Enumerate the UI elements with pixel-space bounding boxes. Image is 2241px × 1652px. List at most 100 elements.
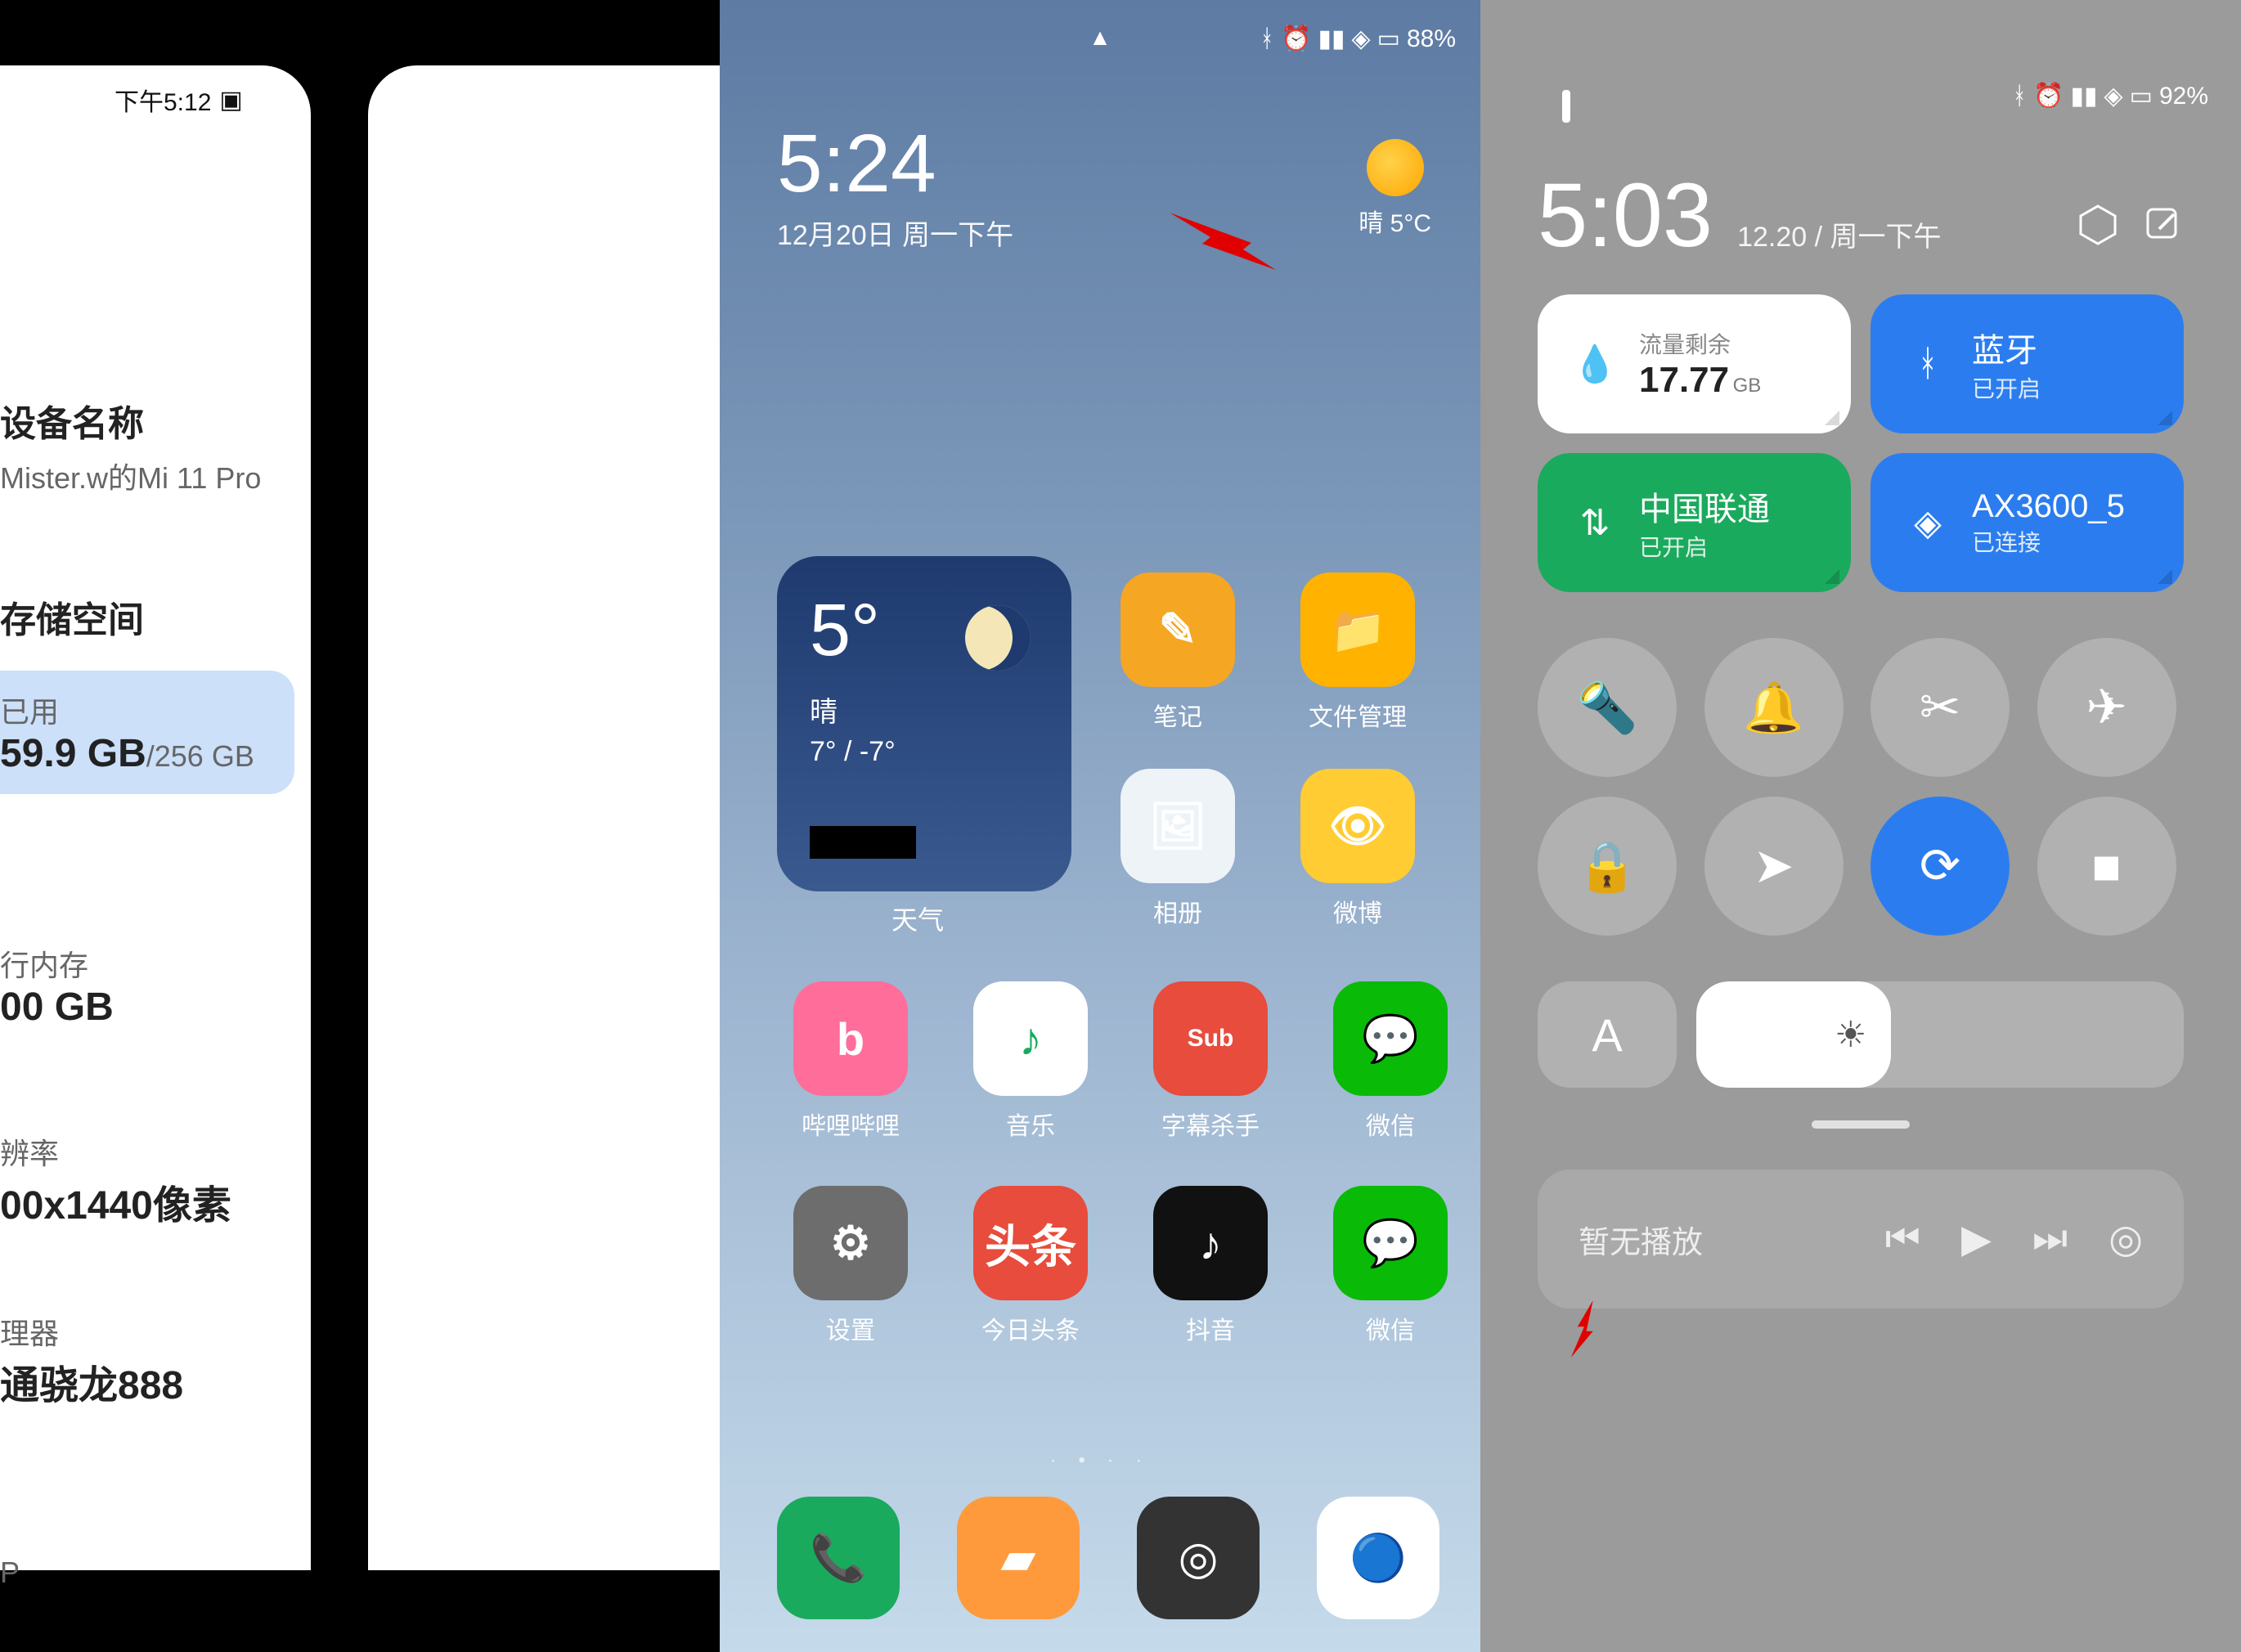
tile-title: AX3600_5 bbox=[1972, 488, 2125, 525]
location-toggle[interactable]: ➤ bbox=[1704, 797, 1844, 936]
storage-used-label: 已用 bbox=[0, 689, 270, 731]
recent-blank-card[interactable] bbox=[368, 65, 720, 1570]
device-name-label: 设备名称 bbox=[0, 394, 270, 447]
wifi-icon: ◈ bbox=[1352, 25, 1371, 53]
bt-icon: ᚼ bbox=[1903, 339, 1952, 388]
app-dock[interactable]: 🔵 bbox=[1317, 1497, 1464, 1619]
app-label: 设置 bbox=[777, 1310, 924, 1346]
ram-value[interactable]: 00 GB bbox=[0, 985, 270, 1030]
app-微信[interactable]: 💬 微信 bbox=[1317, 1186, 1464, 1366]
settings-recent-app-card: 下午5:12 ▣ 设备名称 Mister.w的Mi 11 Pro 存储空间 已用… bbox=[0, 0, 720, 1652]
signal-icon: ▮▮ bbox=[2070, 82, 2097, 110]
alarm-icon: ⏰ bbox=[2033, 82, 2064, 110]
screenshot-toggle[interactable]: ✂ bbox=[1870, 638, 2010, 777]
annotation-arrow-icon bbox=[1170, 213, 1276, 270]
home-clock-widget[interactable]: 5:24 12月20日 周一下午 bbox=[777, 123, 1013, 253]
device-name-value[interactable]: Mister.w的Mi 11 Pro bbox=[0, 455, 270, 497]
cc-date: 12.20 / 周一下午 bbox=[1737, 214, 1941, 254]
expand-corner-icon[interactable] bbox=[2158, 569, 2172, 584]
weather-widget-name: 天气 bbox=[891, 900, 944, 937]
brightness-slider[interactable]: ☀ bbox=[1696, 981, 2184, 1088]
brightness-icon: ☀ bbox=[1835, 1014, 1866, 1056]
app-label: 抖音 bbox=[1137, 1310, 1284, 1346]
media-prev-icon[interactable]: ⏮ bbox=[1885, 1216, 1920, 1262]
media-cast-icon[interactable]: ◎ bbox=[2109, 1216, 2143, 1262]
expand-corner-icon[interactable] bbox=[1825, 411, 1839, 425]
weather-widget[interactable]: 5° 晴 7° / -7° bbox=[777, 556, 1071, 891]
app-icon: ♪ bbox=[1153, 1186, 1268, 1300]
app-dock[interactable]: 📞 bbox=[777, 1497, 924, 1619]
app-label: 今日头条 bbox=[957, 1310, 1104, 1346]
app-label: 相册 bbox=[1104, 893, 1251, 929]
moon-icon bbox=[965, 605, 1031, 671]
expand-corner-icon[interactable] bbox=[2158, 411, 2172, 425]
app-icon: Sub bbox=[1153, 981, 1268, 1096]
app-今日头条[interactable]: 头条今日头条 bbox=[957, 1186, 1104, 1366]
status-bar: ᚼ ⏰ ▮▮ ◈ ▭ 92% bbox=[2012, 82, 2208, 110]
media-next-icon[interactable]: ⏭ bbox=[2032, 1216, 2068, 1262]
media-play-icon[interactable]: ▶ bbox=[1961, 1216, 1992, 1262]
redaction-block bbox=[810, 826, 916, 859]
bluetooth-icon: ᚼ bbox=[2012, 83, 2027, 110]
storage-used-value[interactable]: 59.9 GB bbox=[0, 732, 146, 775]
resolution-value[interactable]: 00x1440像素 bbox=[0, 1173, 270, 1230]
alarm-icon: ⏰ bbox=[1281, 25, 1311, 53]
notch-indicator bbox=[1562, 90, 1570, 123]
app-icon: 👁 bbox=[1300, 769, 1415, 883]
app-dock[interactable]: ◎ bbox=[1137, 1497, 1284, 1619]
tile-title: 蓝牙 bbox=[1972, 324, 2041, 371]
app-字幕杀手[interactable]: Sub字幕杀手 bbox=[1137, 981, 1284, 1161]
mini-weather-label: 晴 bbox=[1359, 210, 1383, 237]
app-icon: 🔵 bbox=[1317, 1497, 1439, 1619]
airplane-toggle[interactable]: ✈ bbox=[2037, 638, 2176, 777]
app-抖音[interactable]: ♪ 抖音 bbox=[1137, 1186, 1284, 1366]
edit-icon[interactable] bbox=[2143, 204, 2184, 245]
app-设置[interactable]: ⚙设置 bbox=[777, 1186, 924, 1366]
home-screen[interactable]: ▲ ᚼ ⏰ ▮▮ ◈ ▭ 88% 5:24 12月20日 周一下午 晴 5°C … bbox=[720, 0, 1480, 1652]
app-dock[interactable]: ▰ bbox=[957, 1497, 1104, 1619]
tile-中国联通[interactable]: ⇅中国联通已开启 bbox=[1538, 453, 1851, 592]
battery-percent: 88% bbox=[1407, 25, 1456, 53]
battery-icon: ▭ bbox=[1377, 25, 1400, 53]
app-icon: ▰ bbox=[957, 1497, 1080, 1619]
clock-date: 12月20日 周一下午 bbox=[777, 213, 1013, 253]
tile-sub: 已开启 bbox=[1972, 371, 2041, 404]
app-微信[interactable]: 💬微信 bbox=[1317, 981, 1464, 1161]
page-indicator[interactable]: · • · · bbox=[1050, 1449, 1150, 1472]
app-icon: ◎ bbox=[1137, 1497, 1260, 1619]
drag-handle[interactable] bbox=[1812, 1120, 1910, 1129]
settings-hex-icon[interactable] bbox=[2077, 204, 2118, 245]
cc-time: 5:03 bbox=[1538, 164, 1713, 267]
control-center[interactable]: ᚼ ⏰ ▮▮ ◈ ▭ 92% 5:03 12.20 / 周一下午 💧流量剩余17… bbox=[1480, 0, 2241, 1652]
app-音乐[interactable]: ♪音乐 bbox=[957, 981, 1104, 1161]
lock-toggle[interactable]: 🔒 bbox=[1538, 797, 1677, 936]
screen-record-toggle[interactable]: ■ bbox=[2037, 797, 2176, 936]
widget-range: 7° / -7° bbox=[810, 736, 1039, 768]
rotation-lock-toggle[interactable]: ⟳ bbox=[1870, 797, 2010, 936]
app-文件管理[interactable]: 📁文件管理 bbox=[1284, 572, 1431, 752]
app-icon: 💬 bbox=[1333, 1186, 1448, 1300]
status-time: 下午5:12 bbox=[115, 82, 211, 118]
tile-蓝牙[interactable]: ᚼ 蓝牙已开启 bbox=[1870, 294, 2184, 433]
app-微博[interactable]: 👁微博 bbox=[1284, 769, 1431, 949]
cpu-value[interactable]: 通骁龙888 bbox=[0, 1353, 270, 1410]
app-icon: 📞 bbox=[777, 1497, 900, 1619]
expand-corner-icon[interactable] bbox=[1825, 569, 1839, 584]
mute-toggle[interactable]: 🔔 bbox=[1704, 638, 1844, 777]
mini-weather-widget[interactable]: 晴 5°C bbox=[1359, 139, 1431, 239]
app-label: 微信 bbox=[1317, 1310, 1464, 1346]
android-icon: ▲ bbox=[1089, 25, 1112, 51]
app-label: 文件管理 bbox=[1284, 697, 1431, 733]
clock-time: 5:24 bbox=[777, 123, 1013, 204]
app-label: 笔记 bbox=[1104, 697, 1251, 733]
media-control[interactable]: 暂无播放 ⏮ ▶ ⏭ ◎ bbox=[1538, 1169, 2184, 1309]
tile-data[interactable]: 💧流量剩余17.77 GB bbox=[1538, 294, 1851, 433]
auto-brightness-button[interactable]: A bbox=[1538, 981, 1677, 1088]
app-label: 哔哩哔哩 bbox=[777, 1106, 924, 1142]
tile-AX3600_5[interactable]: ◈AX3600_5已连接 bbox=[1870, 453, 2184, 592]
app-笔记[interactable]: ✎笔记 bbox=[1104, 572, 1251, 752]
flashlight-toggle[interactable]: 🔦 bbox=[1538, 638, 1677, 777]
app-相册[interactable]: 🖼相册 bbox=[1104, 769, 1251, 949]
settings-card: 下午5:12 ▣ 设备名称 Mister.w的Mi 11 Pro 存储空间 已用… bbox=[0, 65, 311, 1570]
app-哔哩哔哩[interactable]: b哔哩哔哩 bbox=[777, 981, 924, 1161]
